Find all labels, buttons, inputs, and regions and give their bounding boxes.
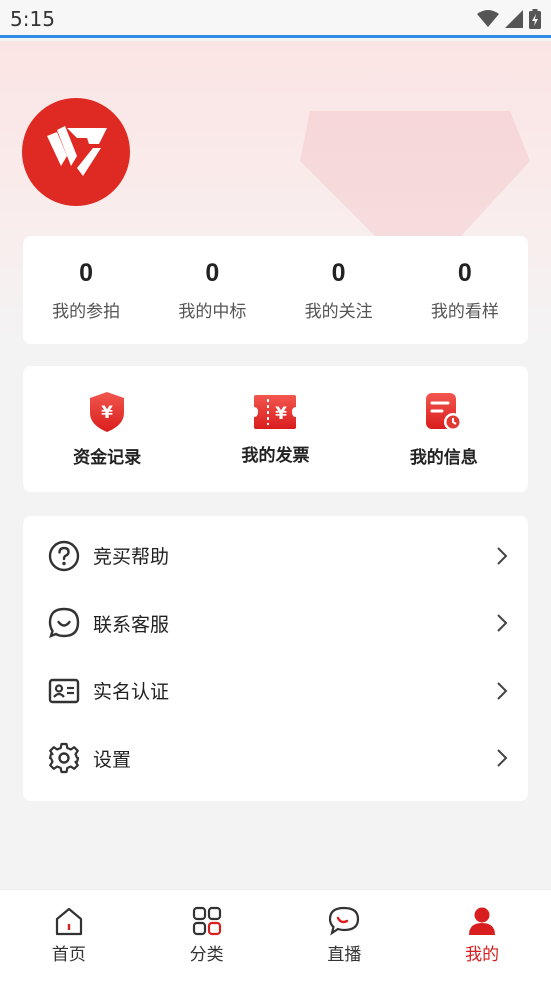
help-circle-icon — [48, 540, 80, 572]
menu-label: 竞买帮助 — [93, 546, 170, 569]
stat-value: 0 — [79, 258, 94, 287]
menu-item-real-name-verification[interactable]: 实名认证 — [23, 657, 528, 725]
home-icon — [55, 907, 82, 936]
funds-record-button[interactable]: ¥ 资金记录 — [23, 366, 191, 492]
tab-category[interactable]: 分类 — [138, 890, 276, 981]
svg-text:¥: ¥ — [101, 403, 113, 423]
status-icons — [477, 9, 541, 29]
tab-label: 我的 — [465, 945, 500, 965]
gear-icon — [48, 742, 80, 774]
id-card-icon — [48, 675, 80, 707]
menu-label: 联系客服 — [93, 613, 170, 636]
info-doc-icon — [425, 392, 462, 431]
chevron-right-icon — [497, 547, 508, 565]
quick-action-label: 我的信息 — [409, 447, 478, 468]
tab-label: 分类 — [189, 945, 224, 965]
status-time: 5:15 — [10, 7, 55, 31]
quick-action-label: 资金记录 — [73, 447, 142, 468]
chevron-right-icon — [497, 614, 508, 632]
menu-label: 实名认证 — [93, 681, 170, 704]
live-chat-icon — [329, 906, 360, 936]
tab-mine[interactable]: 我的 — [413, 890, 551, 981]
menu-item-bidding-help[interactable]: 竞买帮助 — [23, 522, 528, 590]
stat-value: 0 — [205, 258, 220, 287]
tab-live[interactable]: 直播 — [276, 890, 414, 981]
tab-home[interactable]: 首页 — [0, 890, 138, 981]
invoice-button[interactable]: ¥ 我的发票 — [191, 366, 359, 492]
menu-item-settings[interactable]: 设置 — [23, 725, 528, 793]
chevron-right-icon — [497, 682, 508, 700]
tab-label: 首页 — [51, 945, 86, 965]
stat-following[interactable]: 0 我的关注 — [276, 236, 402, 344]
signal-icon — [505, 10, 523, 28]
stat-viewing[interactable]: 0 我的看样 — [402, 236, 528, 344]
svg-text:¥: ¥ — [276, 404, 288, 424]
stat-label: 我的中标 — [178, 301, 247, 322]
chevron-right-icon — [497, 749, 508, 767]
wifi-icon — [477, 10, 499, 27]
brand-logo-icon — [47, 126, 107, 176]
quick-action-label: 我的发票 — [241, 445, 310, 466]
stats-card: 0 我的参拍 0 我的中标 0 我的关注 0 我的看样 — [23, 236, 528, 344]
stat-label: 我的关注 — [304, 301, 373, 322]
stat-won[interactable]: 0 我的中标 — [149, 236, 275, 344]
invoice-ticket-icon: ¥ — [254, 394, 297, 429]
quick-actions-card: ¥ 资金记录 ¥ 我的发票 我的信息 — [23, 366, 528, 492]
stat-label: 我的参拍 — [52, 301, 121, 322]
grid-icon — [192, 906, 221, 936]
user-icon — [469, 907, 496, 935]
stat-label: 我的看样 — [430, 301, 499, 322]
funds-shield-icon: ¥ — [90, 391, 125, 432]
menu-item-customer-service[interactable]: 联系客服 — [23, 590, 528, 658]
status-bar: 5:15 — [0, 0, 551, 38]
stat-value: 0 — [457, 258, 472, 287]
chat-smile-icon — [48, 607, 80, 639]
menu-label: 设置 — [93, 748, 132, 771]
bottom-tab-bar: 首页 分类 直播 我的 — [0, 889, 551, 981]
avatar[interactable] — [22, 98, 130, 206]
battery-icon — [529, 9, 541, 29]
stat-value: 0 — [331, 258, 346, 287]
stat-bidding[interactable]: 0 我的参拍 — [23, 236, 149, 344]
my-info-button[interactable]: 我的信息 — [360, 366, 528, 492]
tab-label: 直播 — [327, 945, 362, 965]
settings-menu-card: 竞买帮助 联系客服 实名认证 设置 — [23, 516, 528, 801]
